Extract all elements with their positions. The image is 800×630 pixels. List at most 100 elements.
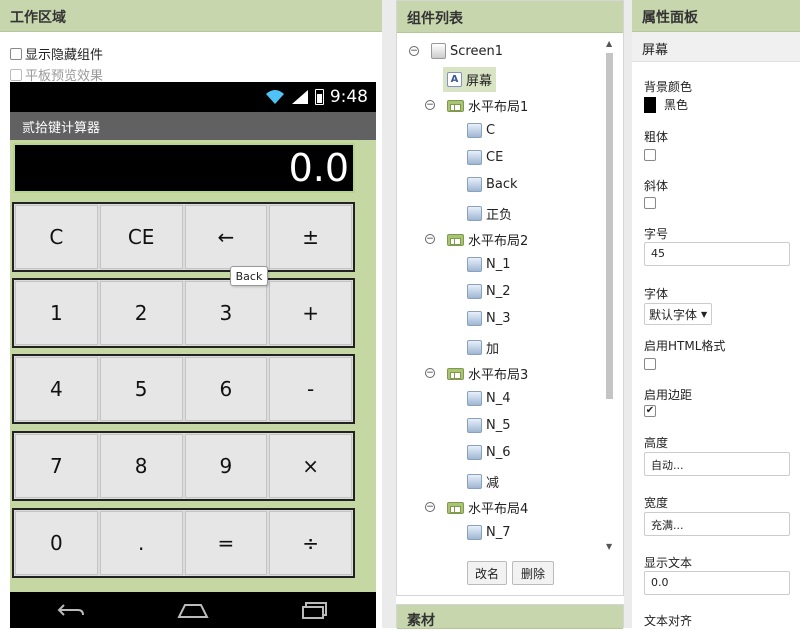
tree-item-button-n3[interactable]: N_3 xyxy=(467,311,511,326)
tree-item-hbox1[interactable]: 水平布局1 xyxy=(447,96,528,115)
button-icon xyxy=(467,525,482,540)
recent-apps-icon[interactable] xyxy=(300,601,330,619)
color-swatch xyxy=(644,96,656,113)
component-tree: − Screen1 A 屏幕 − 水平布局1 C CE Back 正负 − 水平布… xyxy=(397,33,603,551)
home-icon[interactable] xyxy=(177,601,209,619)
key-minus[interactable]: - xyxy=(269,357,352,421)
button-icon xyxy=(467,284,482,299)
android-nav-bar xyxy=(10,592,376,628)
key-row-3: 4 5 6 - xyxy=(12,354,355,424)
rename-button[interactable]: 改名 xyxy=(467,561,507,585)
back-icon[interactable] xyxy=(56,601,86,619)
calculator-display[interactable]: 0.0 xyxy=(13,143,355,193)
tree-item-button-sign[interactable]: 正负 xyxy=(467,204,512,223)
properties-panel: 属性面板 屏幕 背景颜色 黑色 粗体 斜体 字号 45 字体 默认字体 ▼ 启用… xyxy=(632,0,800,628)
button-icon xyxy=(467,340,482,355)
tree-item-button-c[interactable]: C xyxy=(467,123,495,138)
signal-icon xyxy=(291,90,308,104)
assets-title[interactable]: 素材 xyxy=(397,605,623,629)
key-divide[interactable]: ÷ xyxy=(269,511,352,575)
delete-button[interactable]: 删除 xyxy=(512,561,554,585)
tree-item-hbox2[interactable]: 水平布局2 xyxy=(447,230,528,249)
backspace-tooltip: Back xyxy=(230,266,268,286)
width-input[interactable]: 充满... xyxy=(644,512,790,536)
text-align-label: 文本对齐 xyxy=(644,614,693,628)
button-icon xyxy=(467,123,482,138)
tablet-preview-checkbox[interactable] xyxy=(10,68,22,81)
key-decimal[interactable]: . xyxy=(99,511,183,575)
tree-item-button-n7[interactable]: N_7 xyxy=(467,525,511,540)
panel-gutter xyxy=(624,0,632,628)
tree-item-button-ce[interactable]: CE xyxy=(467,150,503,165)
key-backspace[interactable]: ← xyxy=(184,205,268,269)
tree-item-button-add[interactable]: 加 xyxy=(467,338,499,357)
layout-icon xyxy=(447,501,464,514)
scroll-up-icon[interactable]: ▲ xyxy=(606,39,612,48)
panel-gutter xyxy=(382,0,396,628)
has-margins-checkbox[interactable] xyxy=(644,405,656,417)
key-row-4: 7 8 9 × xyxy=(12,431,355,501)
tree-item-button-n6[interactable]: N_6 xyxy=(467,445,511,460)
italic-label: 斜体 xyxy=(644,179,669,193)
show-hidden-components-option[interactable]: 显示隐藏组件 xyxy=(10,44,103,63)
font-typeface-label: 字体 xyxy=(644,287,669,301)
font-typeface-select[interactable]: 默认字体 ▼ xyxy=(644,303,713,325)
text-label: 显示文本 xyxy=(644,556,693,570)
tree-item-button-n5[interactable]: N_5 xyxy=(467,418,511,433)
has-margins-label: 启用边距 xyxy=(644,388,693,402)
italic-checkbox[interactable] xyxy=(644,197,656,209)
key-clear[interactable]: C xyxy=(15,205,98,269)
key-0[interactable]: 0 xyxy=(15,511,98,575)
tree-item-screen1[interactable]: Screen1 xyxy=(431,43,503,59)
key-2[interactable]: 2 xyxy=(99,281,183,345)
key-1[interactable]: 1 xyxy=(15,281,98,345)
tree-scrollbar[interactable]: ▲ ▼ xyxy=(603,39,615,551)
text-input[interactable]: 0.0 xyxy=(644,571,790,595)
key-sign[interactable]: ± xyxy=(269,205,352,269)
show-hidden-checkbox[interactable] xyxy=(10,47,22,60)
key-6[interactable]: 6 xyxy=(184,357,268,421)
tree-item-hbox3[interactable]: 水平布局3 xyxy=(447,364,528,383)
properties-title: 属性面板 xyxy=(632,0,800,32)
key-multiply[interactable]: × xyxy=(269,434,352,498)
key-3[interactable]: 3 xyxy=(184,281,268,345)
tree-item-button-back[interactable]: Back xyxy=(467,177,518,192)
collapse-icon[interactable]: − xyxy=(409,46,419,56)
key-row-2: 1 2 3 + xyxy=(12,278,355,348)
key-row-1: C CE ← ± xyxy=(12,202,355,272)
tree-item-button-n1[interactable]: N_1 xyxy=(467,257,511,272)
key-4[interactable]: 4 xyxy=(15,357,98,421)
tree-item-button-subtract[interactable]: 减 xyxy=(467,472,499,491)
components-panel: 组件列表 − Screen1 A 屏幕 − 水平布局1 C CE Back 正负 … xyxy=(396,0,624,596)
tree-item-label-screen[interactable]: A 屏幕 xyxy=(443,67,497,92)
button-icon xyxy=(467,206,482,221)
key-plus[interactable]: + xyxy=(269,281,352,345)
key-7[interactable]: 7 xyxy=(15,434,98,498)
html-format-checkbox[interactable] xyxy=(644,358,656,370)
components-title: 组件列表 xyxy=(397,1,623,33)
html-format-label: 启用HTML格式 xyxy=(644,339,726,353)
key-5[interactable]: 5 xyxy=(99,357,183,421)
key-9[interactable]: 9 xyxy=(184,434,268,498)
height-label: 高度 xyxy=(644,436,669,450)
work-area-title: 工作区域 xyxy=(0,0,382,32)
font-size-input[interactable]: 45 xyxy=(644,242,790,266)
tree-item-button-n2[interactable]: N_2 xyxy=(467,284,511,299)
bold-checkbox[interactable] xyxy=(644,149,656,161)
height-input[interactable]: 自动... xyxy=(644,452,790,476)
background-color-picker[interactable]: 黑色 xyxy=(644,96,688,113)
tree-item-button-n4[interactable]: N_4 xyxy=(467,391,511,406)
collapse-icon[interactable]: − xyxy=(425,100,435,110)
tree-item-hbox4[interactable]: 水平布局4 xyxy=(447,498,528,517)
key-equals[interactable]: = xyxy=(184,511,268,575)
key-clear-entry[interactable]: CE xyxy=(99,205,183,269)
collapse-icon[interactable]: − xyxy=(425,502,435,512)
key-8[interactable]: 8 xyxy=(99,434,183,498)
status-bar: 9:48 xyxy=(10,82,376,112)
button-icon xyxy=(467,177,482,192)
collapse-icon[interactable]: − xyxy=(425,234,435,244)
scroll-down-icon[interactable]: ▼ xyxy=(606,542,612,551)
collapse-icon[interactable]: − xyxy=(425,368,435,378)
scrollbar-thumb[interactable] xyxy=(606,53,613,399)
button-icon xyxy=(467,150,482,165)
